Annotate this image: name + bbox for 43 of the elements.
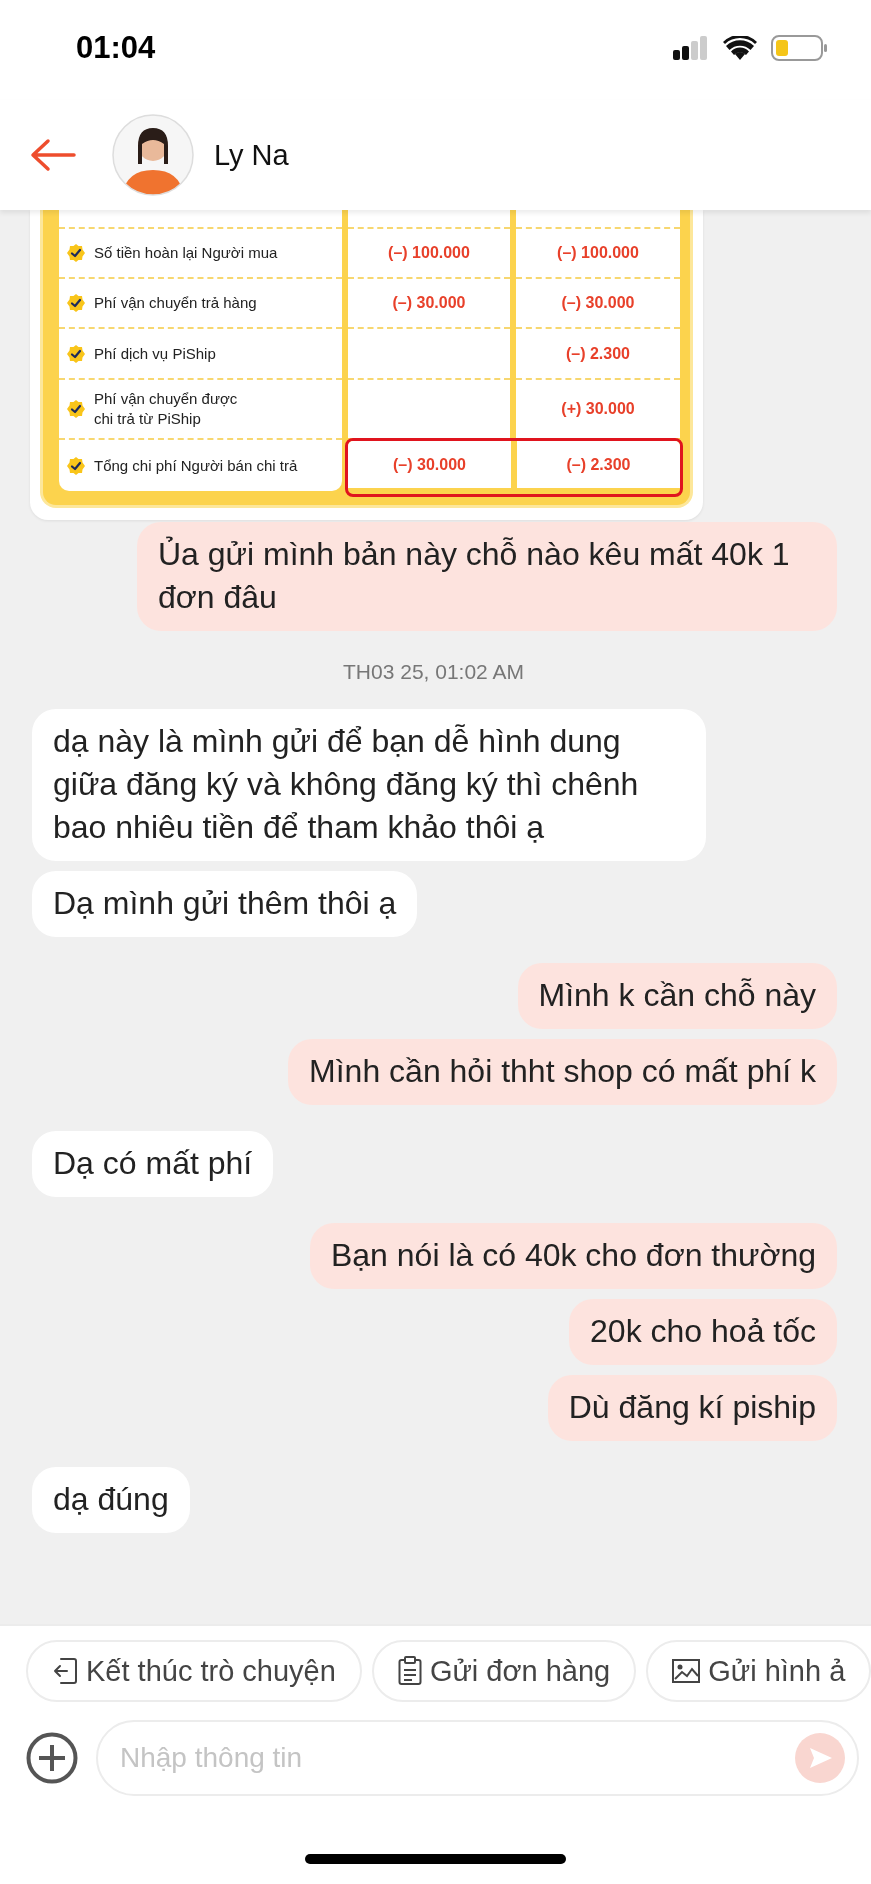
message-bubble: dạ đúng (32, 1467, 190, 1533)
wifi-icon (723, 36, 757, 60)
message-bubble: Ủa gửi mình bản này chỗ nào kêu mất 40k 1 đơn đâu (137, 522, 837, 631)
table-cell: (–) 30.000 (392, 294, 466, 312)
signal-icon (673, 36, 709, 60)
message-bubble: 20k cho hoả tốc (569, 1299, 837, 1365)
timestamp: TH03 25, 01:02 AM (343, 659, 524, 685)
table-cell: (+) 30.000 (561, 400, 635, 418)
message-bubble: Dạ có mất phí (32, 1131, 274, 1197)
back-button[interactable] (30, 138, 76, 172)
message-bubble: dạ này là mình gửi để bạn dễ hình dung giữa đăng ký và không đăng ký thì chênh bao nhiêu tiền để tham khảo thôi ạ (32, 709, 706, 861)
quick-action-chip[interactable]: Kết thúc trò chuyện (26, 1640, 362, 1702)
table-cell: Phí dịch vụ PiShip (94, 343, 216, 364)
contact-name: Ly Na (214, 138, 289, 172)
check-icon (67, 344, 85, 363)
message-bubble: Dù đăng kí piship (547, 1375, 837, 1441)
table-cell: (–) 100.000 (557, 244, 639, 262)
clipboard-icon (397, 1656, 422, 1686)
table-cell: Phí vận chuyển được chi trả từ PiShip (94, 389, 238, 429)
check-icon (67, 294, 85, 312)
image-icon (672, 1659, 701, 1683)
message-input[interactable]: Nhập thông tin (96, 1720, 859, 1796)
status-time: 01:04 (76, 30, 157, 66)
table-cell: (–) 2.300 (566, 455, 631, 474)
table-cell: (–) 30.000 (561, 294, 635, 312)
battery-icon (771, 35, 827, 61)
table-cell: Tổng chi phí Người bán chi trả (94, 455, 298, 476)
message-bubble: Bạn nói là có 40k cho đơn thường (309, 1223, 837, 1289)
message-bubble: Mình k cần chỗ này (517, 963, 837, 1029)
exit-icon (52, 1657, 78, 1685)
quick-action-chip[interactable]: Gửi hình ả (646, 1640, 871, 1702)
table-cell: Số tiền hoàn lại Người mua (94, 243, 278, 263)
check-icon (67, 456, 85, 475)
message-bubble: Dạ mình gửi thêm thôi ạ (32, 871, 418, 937)
quick-action-chip[interactable]: Gửi đơn hàng (371, 1640, 637, 1702)
table-cell: (–) 100.000 (388, 244, 470, 262)
check-icon (67, 244, 85, 262)
check-icon (67, 400, 85, 418)
table-cell: Phí vận chuyển trả hàng (94, 293, 257, 313)
message-bubble: Mình cần hỏi thht shop có mất phí k (288, 1039, 837, 1105)
add-button[interactable] (26, 1732, 78, 1784)
table-cell: (–) 2.300 (565, 344, 630, 363)
table-cell: (–) 30.000 (393, 455, 466, 474)
